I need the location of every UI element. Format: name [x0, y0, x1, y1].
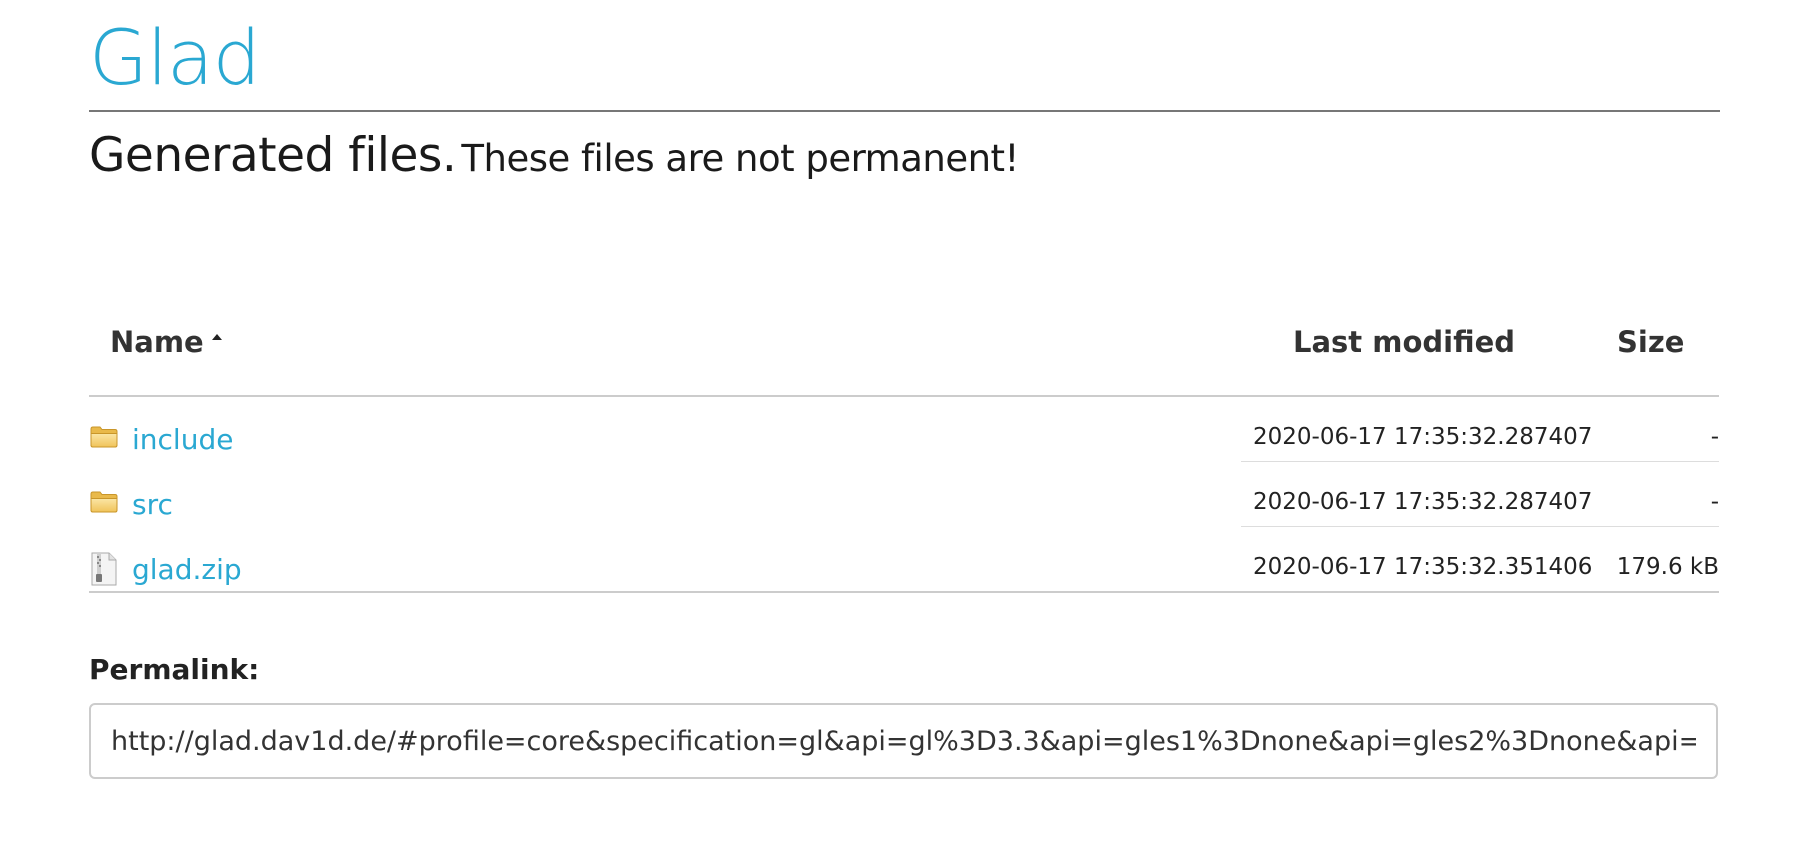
- column-header-name-label: Name: [110, 325, 204, 359]
- table-header-divider: [89, 395, 1719, 397]
- last-modified-cell: 2020-06-17 17:35:32.351406: [1253, 554, 1593, 580]
- row-divider: [1241, 461, 1719, 462]
- title-divider: [89, 110, 1720, 112]
- table-row: include 2020-06-17 17:35:32.287407 -: [89, 412, 1719, 476]
- site-title-link[interactable]: Glad: [89, 20, 261, 96]
- file-link-glad-zip[interactable]: glad.zip: [132, 556, 242, 584]
- subtitle-note: These files are not permanent!: [461, 137, 1019, 180]
- permalink-label: Permalink:: [89, 653, 260, 686]
- page: Glad Generated files. These files are no…: [0, 0, 1804, 854]
- sort-ascending-icon: [211, 334, 222, 340]
- size-cell: 179.6 kB: [1616, 554, 1719, 580]
- column-header-size[interactable]: Size: [1617, 328, 1684, 357]
- column-header-last-modified[interactable]: Last modified: [1293, 328, 1515, 357]
- table-row: src 2020-06-17 17:35:32.287407 -: [89, 477, 1719, 541]
- folder-icon: [90, 426, 118, 452]
- permalink-input[interactable]: [89, 703, 1718, 779]
- zip-file-icon: [90, 552, 118, 586]
- table-row: glad.zip 2020-06-17 17:35:32.351406 179.…: [89, 542, 1719, 606]
- row-divider: [1241, 526, 1719, 527]
- column-header-name[interactable]: Name: [110, 328, 222, 357]
- folder-icon: [90, 491, 118, 517]
- table-bottom-divider: [89, 591, 1719, 593]
- file-link-include[interactable]: include: [132, 426, 233, 454]
- last-modified-cell: 2020-06-17 17:35:32.287407: [1253, 424, 1593, 450]
- size-cell: -: [1710, 424, 1719, 450]
- file-link-src[interactable]: src: [132, 491, 173, 519]
- page-subtitle: Generated files. These files are not per…: [89, 132, 1019, 179]
- size-cell: -: [1710, 489, 1719, 515]
- subtitle-main: Generated files.: [89, 128, 457, 183]
- last-modified-cell: 2020-06-17 17:35:32.287407: [1253, 489, 1593, 515]
